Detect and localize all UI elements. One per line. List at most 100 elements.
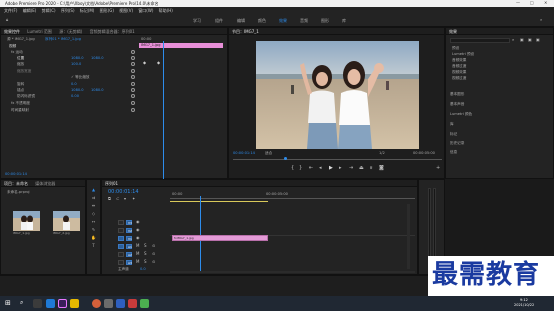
track-target-v2[interactable] — [118, 228, 124, 233]
go-to-out-icon[interactable]: ⇥ — [349, 166, 353, 171]
reset-icon[interactable] — [131, 101, 135, 105]
windows-start-icon[interactable]: ⊞ — [5, 300, 11, 307]
slip-tool-icon[interactable]: ↔ — [91, 220, 96, 225]
scale-value[interactable]: 100.0 — [71, 62, 81, 67]
sequence-clip-label[interactable]: 序列01 * IMG7_1.jpg — [45, 37, 81, 42]
accelerated-effects-icon[interactable]: ▣ — [520, 38, 524, 42]
master-track-value[interactable]: 0.0 — [140, 267, 146, 272]
pen-tool-icon[interactable]: ✎ — [91, 228, 96, 233]
video-frame[interactable] — [256, 41, 419, 149]
workspace-tab-color[interactable]: 颜色 — [258, 19, 266, 23]
ec-row-motion[interactable]: fx 运动 — [11, 50, 23, 55]
anchor-y-value[interactable]: 1080.0 — [91, 88, 104, 93]
close-button[interactable]: ✕ — [544, 1, 547, 5]
razor-tool-icon[interactable]: ◇ — [91, 212, 96, 217]
ec-row-opacity[interactable]: fx 不透明度 — [11, 101, 30, 106]
panel-essential-graphics[interactable]: 基本图形 — [450, 92, 464, 97]
microphone-icon[interactable]: ⊙ — [152, 260, 155, 264]
app-icon[interactable] — [116, 299, 125, 308]
work-area-bar[interactable] — [170, 201, 268, 202]
selection-tool-icon[interactable]: ▲ — [91, 188, 96, 193]
panel-history[interactable]: 历史记录 — [450, 141, 464, 146]
reset-icon[interactable] — [131, 88, 135, 92]
track-label-v2[interactable]: V2 — [126, 228, 132, 233]
menu-view[interactable]: 视图(V) — [119, 9, 133, 13]
tab-sequence-01[interactable]: 序列01 — [105, 182, 118, 186]
tab-audio-mixer[interactable]: 音频剪辑混合器：序列01 — [90, 30, 135, 34]
track-label-a1[interactable]: A1 — [126, 244, 132, 249]
reset-icon[interactable] — [131, 50, 135, 54]
panel-essential-sound[interactable]: 基本声音 — [450, 102, 464, 107]
reset-icon[interactable] — [131, 82, 135, 86]
reset-icon[interactable] — [131, 108, 135, 112]
menu-edit[interactable]: 编辑(E) — [23, 9, 37, 13]
timeline-timecode[interactable]: 00:00:01:14 — [108, 190, 139, 195]
ec-row-time-remap[interactable]: 时间重映射 — [11, 108, 29, 113]
time-ruler[interactable] — [170, 198, 415, 199]
edge-icon[interactable] — [46, 299, 55, 308]
program-scrub-bar[interactable] — [233, 159, 442, 160]
menu-help[interactable]: 帮助(H) — [159, 9, 173, 13]
track-label-v3[interactable]: V3 — [126, 220, 132, 225]
menu-graphics[interactable]: 图形(G) — [100, 9, 114, 13]
uniform-scale-checkbox[interactable]: ✓ 等比缩放 — [71, 75, 90, 80]
ec-playhead[interactable] — [163, 41, 164, 179]
camera-icon[interactable]: ◙ — [379, 166, 384, 171]
rotation-value[interactable]: 0.0 — [71, 82, 77, 87]
maximize-button[interactable]: □ — [530, 1, 534, 5]
extract-icon[interactable]: ⌆ — [369, 166, 373, 171]
effects-folder-presets[interactable]: 预设 — [452, 46, 459, 51]
effects-folder-lumetri-presets[interactable]: Lumetri 预设 — [452, 52, 474, 57]
track-target-a3[interactable] — [118, 260, 124, 265]
task-view-icon[interactable] — [33, 299, 42, 308]
clock-time[interactable]: 9:12 — [520, 298, 528, 303]
reset-icon[interactable] — [131, 69, 135, 73]
track-label-v1[interactable]: V1 — [126, 236, 132, 241]
ripple-edit-tool-icon[interactable]: ⇹ — [91, 204, 96, 209]
tab-project[interactable]: 项目：未命名 — [4, 182, 28, 186]
solo-icon[interactable]: S — [144, 252, 147, 256]
play-icon[interactable]: ▶ — [329, 166, 333, 171]
ec-clip-bar[interactable]: IMG7_1.jpg — [139, 43, 223, 48]
panel-libraries[interactable]: 库 — [450, 122, 454, 127]
workspace-tab-effects[interactable]: 效果 — [279, 19, 287, 23]
track-target-a1[interactable] — [118, 244, 124, 249]
workspace-tab-graphics[interactable]: 图形 — [321, 19, 329, 23]
timeline-clip[interactable]: IMG7_1.jpg fx — [172, 235, 268, 241]
position-y-value[interactable]: 1080.0 — [91, 56, 104, 61]
track-label-a2[interactable]: A2 — [126, 252, 132, 257]
mute-icon[interactable]: M — [136, 260, 139, 264]
keyframe-icon[interactable]: ◆ — [143, 61, 146, 65]
search-icon[interactable]: ⌕ — [20, 300, 23, 306]
type-tool-icon[interactable]: T — [91, 244, 96, 249]
panel-lumetri-color[interactable]: Lumetri 颜色 — [450, 112, 472, 117]
go-to-in-icon[interactable]: ⇤ — [309, 166, 313, 171]
reset-icon[interactable] — [131, 62, 135, 66]
timeline-h-scrollbar[interactable] — [170, 271, 415, 273]
effects-folder-audio-transitions[interactable]: 音频过渡 — [452, 64, 466, 69]
file-explorer-icon[interactable] — [70, 299, 79, 308]
program-playhead[interactable] — [284, 157, 287, 160]
workspace-tab-editing[interactable]: 编辑 — [237, 19, 245, 23]
reset-icon[interactable] — [131, 75, 135, 79]
premiere-icon[interactable] — [58, 299, 67, 308]
track-select-tool-icon[interactable]: ⇉ — [91, 196, 96, 201]
solo-icon[interactable]: S — [144, 244, 147, 248]
clip-thumbnail-2[interactable] — [53, 211, 80, 231]
source-clip-label[interactable]: 源 * IMG7_1.jpg — [7, 37, 35, 42]
wrench-icon[interactable]: ✦ — [132, 197, 135, 201]
microphone-icon[interactable]: ⊙ — [152, 244, 155, 248]
step-forward-icon[interactable]: ▸ — [339, 166, 342, 171]
search-icon[interactable]: ⌕ — [512, 38, 514, 42]
add-button-icon[interactable]: + — [436, 166, 440, 171]
panel-markers[interactable]: 标记 — [450, 132, 457, 137]
home-icon[interactable]: ⌂ — [6, 18, 9, 22]
clock-date[interactable]: 2021/10/22 — [514, 303, 534, 308]
workspace-tab-learn[interactable]: 学习 — [193, 19, 201, 23]
effects-folder-video-transitions[interactable]: 视频过渡 — [452, 76, 466, 81]
workspace-tab-assembly[interactable]: 组件 — [215, 19, 223, 23]
keyframe-icon[interactable]: ◆ — [157, 61, 160, 65]
fit-dropdown[interactable]: 适合 — [265, 151, 272, 156]
tab-source[interactable]: 源：(无剪辑) — [59, 30, 82, 34]
step-back-icon[interactable]: ◂ — [319, 166, 322, 171]
